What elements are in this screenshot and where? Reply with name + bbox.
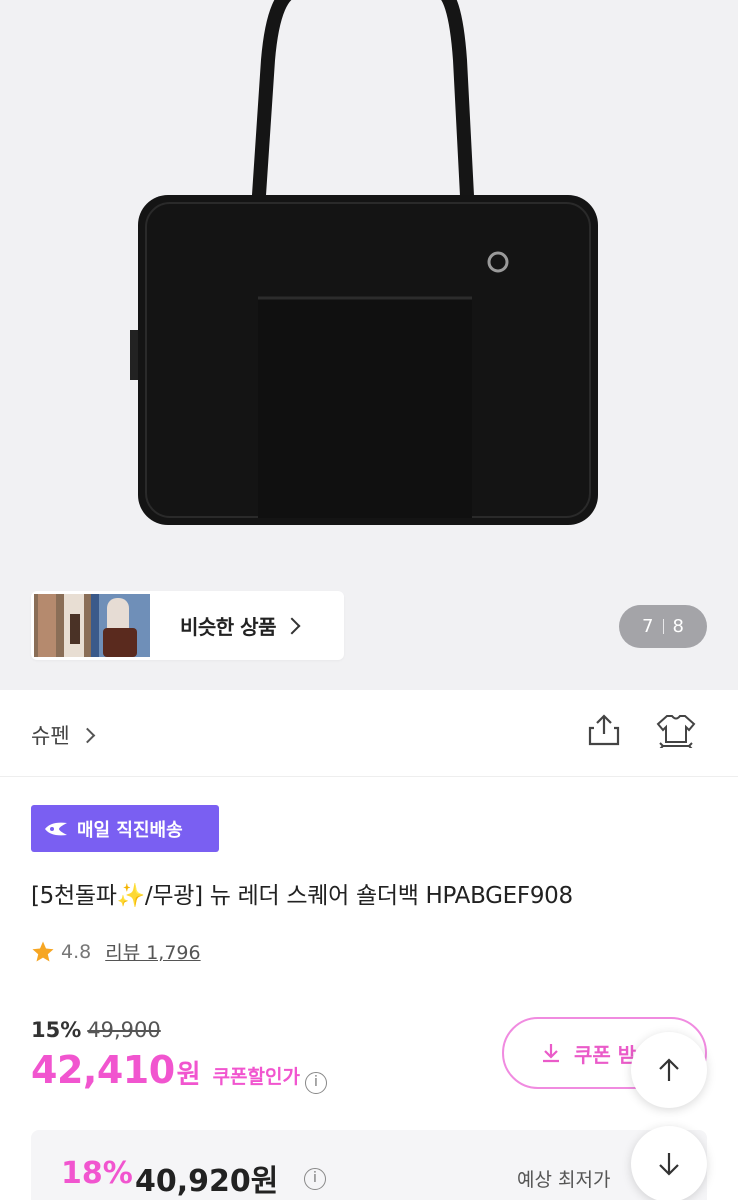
size-chart-icon[interactable] xyxy=(655,712,697,748)
coupon-button-label: 쿠폰 받 xyxy=(574,1042,637,1067)
brand-row: 슈펜 xyxy=(0,690,738,777)
best-price-note: 예상 최저가 xyxy=(517,1169,611,1191)
original-price: 49,900 xyxy=(87,1018,161,1042)
product-title: [5천돌파✨/무광] 뉴 레더 스퀘어 숄더백 HPABGEF908 xyxy=(31,883,573,909)
arrow-down-icon xyxy=(659,1153,679,1176)
scroll-down-button[interactable] xyxy=(631,1126,707,1200)
scroll-up-button[interactable] xyxy=(631,1032,707,1108)
coupon-price-label: 쿠폰할인가 xyxy=(212,1066,300,1088)
currency-unit: 원 xyxy=(176,1060,201,1090)
arrow-up-icon xyxy=(659,1058,679,1081)
share-icon[interactable] xyxy=(586,712,622,748)
brand-name: 슈펜 xyxy=(31,724,70,748)
sale-price: 42,410 xyxy=(31,1048,175,1092)
badge-label: 매일 직진배송 xyxy=(77,819,183,841)
product-image-area[interactable]: 비슷한 상품 7 8 xyxy=(0,0,738,690)
similar-products-button[interactable]: 비슷한 상품 xyxy=(31,591,344,660)
similar-thumbnail-1 xyxy=(34,594,91,657)
discount-percent: 15% xyxy=(31,1018,82,1042)
sale-price-row: 42,410 원 쿠폰할인가 i xyxy=(31,1048,327,1094)
pager-total: 8 xyxy=(672,616,684,637)
best-price-amount: 40,920원 xyxy=(135,1164,279,1199)
image-pager: 7 8 xyxy=(619,605,707,648)
best-discount-percent: 18% xyxy=(61,1156,133,1191)
pager-current: 7 xyxy=(642,616,654,637)
similar-thumbnail-2 xyxy=(91,594,150,657)
similar-products-label: 비슷한 상품 xyxy=(180,615,276,639)
info-icon[interactable]: i xyxy=(304,1168,326,1190)
info-icon[interactable]: i xyxy=(304,1072,327,1094)
rating-row: 4.8 리뷰 1,796 xyxy=(31,938,201,965)
delivery-logo-icon xyxy=(45,822,67,835)
download-icon xyxy=(543,1044,559,1063)
best-price-box[interactable]: 18% 40,920원 i 예상 최저가 xyxy=(31,1130,707,1200)
pager-divider xyxy=(662,619,664,634)
direct-delivery-badge: 매일 직진배송 xyxy=(31,805,219,852)
review-count-link[interactable]: 리뷰 1,796 xyxy=(105,938,200,965)
chevron-right-icon xyxy=(79,727,95,743)
original-price-row: 15% 49,900 xyxy=(31,1018,161,1042)
chevron-right-icon xyxy=(283,617,301,634)
star-icon xyxy=(32,941,54,961)
brand-link[interactable]: 슈펜 xyxy=(31,720,95,750)
product-image xyxy=(130,0,598,525)
rating-score: 4.8 xyxy=(61,940,92,963)
